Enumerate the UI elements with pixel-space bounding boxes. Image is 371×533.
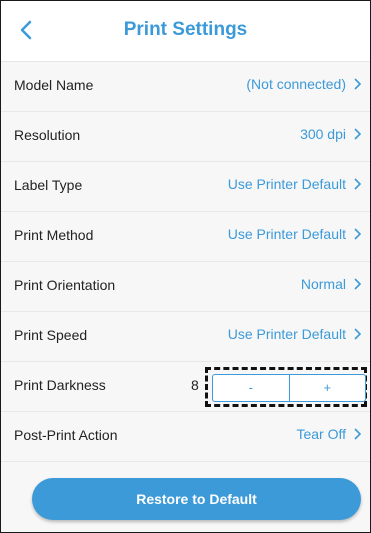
chevron-right-icon [354, 428, 362, 440]
setting-label: Print Method [14, 227, 94, 243]
darkness-value: 8 [191, 377, 199, 393]
setting-value-link[interactable]: Use Printer Default [228, 326, 362, 342]
setting-row-print-speed[interactable]: Print Speed Use Printer Default [1, 312, 370, 362]
chevron-right-icon [354, 328, 362, 340]
chevron-right-icon [354, 278, 362, 290]
setting-value: Use Printer Default [227, 226, 346, 242]
footer: Restore to Default [1, 465, 370, 532]
darkness-stepper[interactable]: - + [212, 374, 366, 402]
setting-row-label-type[interactable]: Label Type Use Printer Default [1, 162, 370, 212]
setting-value: Tear Off [296, 426, 346, 442]
settings-list: Model Name (Not connected) Resolution 30… [1, 62, 370, 465]
restore-default-button[interactable]: Restore to Default [32, 478, 361, 520]
setting-value: Use Printer Default [227, 326, 346, 342]
setting-label: Print Darkness [14, 377, 106, 393]
setting-value: Normal [300, 276, 346, 292]
setting-value-link[interactable]: Use Printer Default [228, 176, 362, 192]
setting-value-link[interactable]: (Not connected) [246, 76, 362, 92]
setting-row-print-orientation[interactable]: Print Orientation Normal [1, 262, 370, 312]
page-title: Print Settings [123, 19, 248, 40]
setting-label: Model Name [14, 77, 94, 93]
setting-row-resolution[interactable]: Resolution 300 dpi [1, 112, 370, 162]
app-window: Print Settings Model Name (Not connected… [0, 0, 371, 533]
chevron-right-icon [354, 178, 362, 190]
setting-label: Print Orientation [14, 277, 116, 293]
header-bar: Print Settings [1, 1, 370, 62]
setting-value: (Not connected) [246, 76, 346, 92]
setting-value-link[interactable]: 300 dpi [300, 126, 362, 142]
setting-row-print-darkness: Print Darkness 8 - + [1, 362, 370, 412]
chevron-right-icon [354, 228, 362, 240]
setting-value-link[interactable]: Use Printer Default [228, 226, 362, 242]
setting-label: Print Speed [14, 327, 88, 343]
setting-row-post-print-action[interactable]: Post-Print Action Tear Off [1, 412, 370, 462]
setting-value-link[interactable]: Normal [301, 276, 362, 292]
setting-label: Post-Print Action [14, 427, 118, 443]
setting-row-model-name[interactable]: Model Name (Not connected) [1, 62, 370, 112]
chevron-right-icon [354, 128, 362, 140]
chevron-right-icon [354, 78, 362, 90]
setting-value: Use Printer Default [227, 176, 346, 192]
setting-label: Label Type [14, 177, 83, 193]
setting-value-link[interactable]: Tear Off [296, 426, 362, 442]
decrement-button[interactable]: - [213, 375, 289, 401]
setting-label: Resolution [14, 127, 81, 143]
setting-row-print-method[interactable]: Print Method Use Printer Default [1, 212, 370, 262]
setting-value: 300 dpi [300, 126, 346, 142]
increment-button[interactable]: + [288, 375, 366, 401]
